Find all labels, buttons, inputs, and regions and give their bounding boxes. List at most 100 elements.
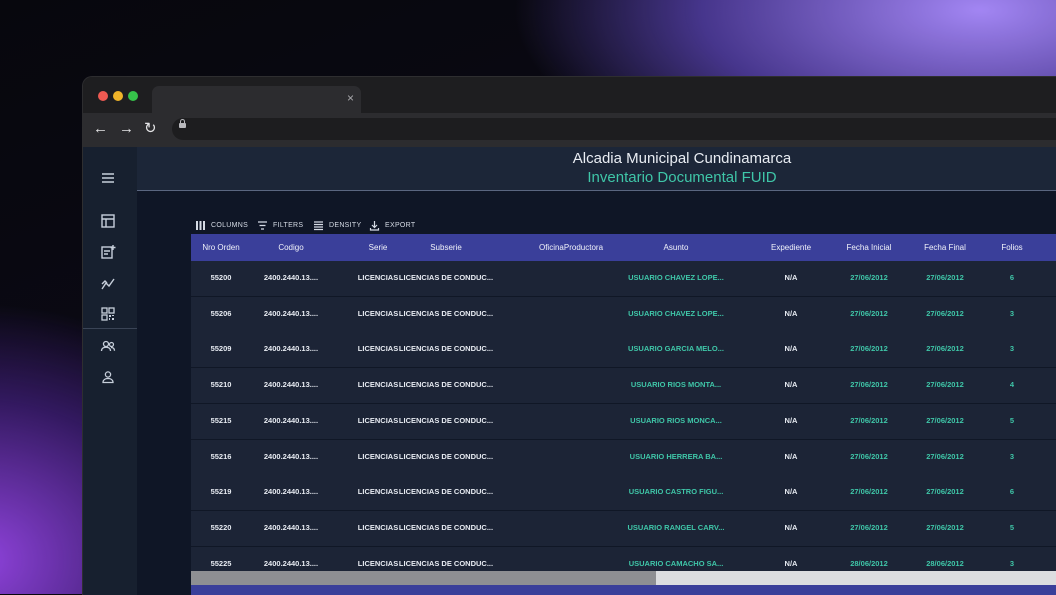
cell-asunto: USUARIO CASTRO FIGU...	[628, 487, 724, 497]
add-note-icon[interactable]	[99, 243, 117, 261]
cell-fecha-inicial: 27/06/2012	[850, 308, 888, 318]
column-header-expediente[interactable]: Expediente	[756, 234, 826, 261]
cell-nro-orden: 55200	[210, 273, 232, 282]
cell-fecha-inicial: 27/06/2012	[850, 380, 888, 390]
cell-subserie: LICENCIAS DE CONDUC...	[398, 273, 494, 282]
column-header-subserie[interactable]: Subserie	[396, 234, 496, 261]
export-label: EXPORT	[385, 221, 416, 229]
table-row[interactable]: 55215 2400.2440.13.... LICENCIAS LICENCIAS …	[191, 403, 1056, 440]
maximize-window-button[interactable]	[128, 91, 138, 101]
browser-navbar: ← → ↻	[83, 113, 1056, 147]
cell-codigo: 2400.2440.13....	[263, 451, 319, 461]
address-bar[interactable]	[172, 118, 1056, 140]
column-header-codigo[interactable]: Codigo	[251, 234, 331, 261]
cell-fecha-final: 27/06/2012	[926, 415, 964, 425]
cell-asunto: USUARIO HERRERA BA...	[629, 451, 723, 461]
columns-button[interactable]: COLUMNS	[195, 217, 248, 233]
minimize-window-button[interactable]	[113, 91, 123, 101]
cell-nro-orden: 55215	[210, 415, 232, 425]
qr-code-icon[interactable]	[99, 305, 117, 323]
table-row[interactable]: 55216 2400.2440.13.... LICENCIAS LICENCIAS …	[191, 439, 1056, 476]
cell-fecha-inicial: 27/06/2012	[850, 487, 888, 497]
chart-icon[interactable]	[99, 274, 117, 292]
column-header-nro-orden[interactable]: Nro Orden	[191, 234, 251, 261]
download-icon	[369, 220, 380, 231]
cell-folios: 3	[1009, 308, 1015, 318]
column-header-fecha-inicial[interactable]: Fecha Inicial	[834, 234, 904, 261]
cell-codigo: 2400.2440.13....	[263, 487, 319, 497]
cell-fecha-final: 27/06/2012	[926, 380, 964, 390]
cell-fecha-inicial: 27/06/2012	[850, 273, 888, 282]
table-row[interactable]: 55220 2400.2440.13.... LICENCIAS LICENCIAS …	[191, 510, 1056, 547]
cell-fecha-final: 27/06/2012	[926, 451, 964, 461]
cell-nro-orden: 55220	[210, 522, 232, 532]
density-button[interactable]: DENSITY	[313, 217, 361, 233]
title-bar: ×	[83, 77, 1056, 113]
cell-subserie: LICENCIAS DE CONDUC...	[398, 344, 494, 354]
export-button[interactable]: EXPORT	[369, 217, 415, 233]
cell-codigo: 2400.2440.13....	[263, 308, 319, 318]
cell-expediente: N/A	[784, 487, 798, 497]
cell-folios: 3	[1009, 344, 1015, 354]
reload-icon[interactable]: ↻	[144, 121, 157, 137]
cell-subserie: LICENCIAS DE CONDUC...	[398, 308, 494, 318]
cell-fecha-final: 27/06/2012	[926, 308, 964, 318]
column-header-asunto[interactable]: Asunto	[616, 234, 736, 261]
table-row[interactable]: 55209 2400.2440.13.... LICENCIAS LICENCIAS …	[191, 332, 1056, 369]
main-content: COLUMNS FILTERS DENSITY EXPORT Nro Orden…	[137, 191, 1056, 595]
cell-folios: 3	[1009, 451, 1015, 461]
table-row[interactable]: 55200 2400.2440.13.... LICENCIAS LICENCIAS …	[191, 261, 1056, 297]
cell-asunto: USUARIO RANGEL CARV...	[627, 522, 725, 532]
cell-asunto: USUARIO GARCIA MELO...	[628, 344, 724, 354]
cell-fecha-final: 27/06/2012	[926, 522, 964, 532]
cell-fecha-inicial: 27/06/2012	[850, 522, 888, 532]
tab-close-icon[interactable]: ×	[347, 91, 354, 105]
cell-asunto: USUARIO RIOS MONCA...	[630, 415, 722, 425]
columns-icon	[196, 220, 205, 230]
cell-subserie: LICENCIAS DE CONDUC...	[398, 380, 494, 390]
table-icon[interactable]	[99, 212, 117, 230]
density-label: DENSITY	[329, 221, 362, 229]
users-icon[interactable]	[99, 337, 117, 355]
cell-folios: 6	[1009, 273, 1015, 282]
cell-expediente: N/A	[784, 415, 798, 425]
columns-label: COLUMNS	[211, 221, 249, 229]
column-header-fecha-final[interactable]: Fecha Final	[910, 234, 980, 261]
sidebar-divider	[83, 328, 137, 329]
forward-arrow-icon[interactable]: →	[119, 121, 134, 137]
table-row[interactable]: 55210 2400.2440.13.... LICENCIAS LICENCIAS …	[191, 368, 1056, 405]
cell-fecha-final: 27/06/2012	[926, 487, 964, 497]
browser-tab[interactable]: ×	[152, 86, 361, 113]
cell-asunto: USUARIO CHAVEZ LOPE...	[628, 308, 724, 318]
cell-nro-orden: 55219	[210, 487, 232, 497]
horizontal-scrollbar[interactable]	[191, 571, 1056, 585]
page-header: Alcadia Municipal Cundinamarca Inventari…	[137, 147, 1056, 191]
cell-fecha-inicial: 27/06/2012	[850, 344, 888, 354]
column-header-folios[interactable]: Folios	[992, 234, 1032, 261]
page-subtitle: Inventario Documental FUID	[587, 169, 777, 186]
back-arrow-icon[interactable]: ←	[93, 121, 108, 137]
filters-button[interactable]: FILTERS	[257, 217, 303, 233]
cell-folios: 6	[1009, 487, 1015, 497]
cell-folios: 5	[1009, 415, 1015, 425]
cell-folios: 5	[1009, 522, 1015, 532]
table-row[interactable]: 55219 2400.2440.13.... LICENCIAS LICENCIAS …	[191, 475, 1056, 512]
cell-codigo: 2400.2440.13....	[263, 380, 319, 390]
table-row[interactable]: 55206 2400.2440.13.... LICENCIAS LICENCIAS …	[191, 296, 1056, 333]
cell-nro-orden: 55210	[210, 380, 232, 390]
lock-icon	[179, 119, 186, 128]
menu-icon[interactable]	[99, 169, 117, 187]
cell-nro-orden: 55216	[210, 451, 232, 461]
cell-fecha-inicial: 27/06/2012	[850, 451, 888, 461]
sidebar	[83, 147, 138, 595]
cell-fecha-inicial: 27/06/2012	[850, 415, 888, 425]
data-grid: Nro Orden Codigo Serie Subserie OficinaProdu…	[191, 234, 1056, 595]
user-icon[interactable]	[99, 368, 117, 386]
close-window-button[interactable]	[98, 91, 108, 101]
density-icon	[314, 220, 323, 230]
cell-fecha-final: 27/06/2012	[926, 344, 964, 354]
cell-subserie: LICENCIAS DE CONDUC...	[398, 522, 494, 532]
scrollbar-thumb[interactable]	[191, 571, 656, 585]
app-root: Alcadia Municipal Cundinamarca Inventari…	[83, 147, 1056, 595]
cell-codigo: 2400.2440.13....	[263, 415, 319, 425]
